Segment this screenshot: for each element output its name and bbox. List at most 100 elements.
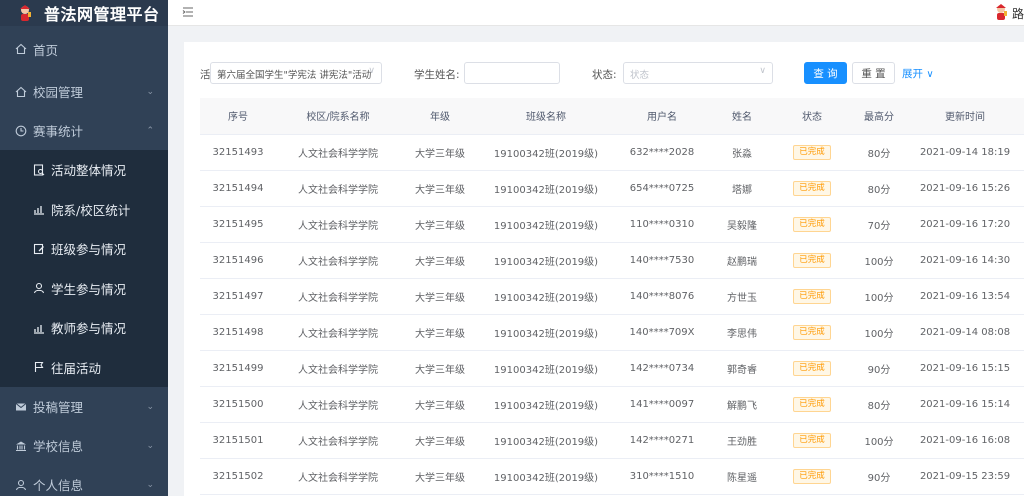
- sidebar-item-label: 投稿管理: [33, 400, 84, 415]
- sidebar-item-campus[interactable]: 校园管理 ⌄: [0, 72, 168, 111]
- status-badge: 已完成: [793, 180, 831, 196]
- table-row[interactable]: 32151502 人文社会科学学院 大学三年级 19100342班(2019级) 310…: [200, 458, 1024, 495]
- chevron-down-icon: ⌄: [146, 401, 154, 412]
- cell-id: 32151493: [200, 134, 276, 171]
- cell-department: 人文社会科学学院: [276, 386, 400, 423]
- col-header-updated-at[interactable]: 更新时间: [906, 98, 1024, 135]
- bar-chart-icon: [32, 203, 45, 216]
- cell-class: 19100342班(2019级): [480, 278, 612, 315]
- cell-id: 32151496: [200, 242, 276, 279]
- col-header-department[interactable]: 校区/院系名称: [276, 98, 400, 135]
- sidebar-item-submissions[interactable]: 投稿管理 ⌄: [0, 387, 168, 426]
- cell-class: 19100342班(2019级): [480, 350, 612, 387]
- top-bar: 路: [168, 0, 1024, 26]
- cell-status: 已完成: [772, 458, 852, 495]
- sidebar: 普法网管理平台 首页 校园管理 ⌄ 赛事统计 ⌃ 活动整体情况 院系/校区统计 …: [0, 0, 168, 496]
- cell-class: 19100342班(2019级): [480, 314, 612, 351]
- col-header-max-score[interactable]: 最高分: [852, 98, 906, 135]
- cell-max-score: 100分: [852, 422, 906, 459]
- cell-status: 已完成: [772, 350, 852, 387]
- cell-username: 140****7530: [612, 242, 712, 279]
- table-header-row: 序号 校区/院系名称 年级 班级名称 用户名 姓名 状态 最高分 更新时间: [200, 98, 1024, 135]
- cell-updated-at: 2021-09-14 18:19: [906, 134, 1024, 171]
- cell-name: 张淼: [712, 134, 772, 171]
- col-header-status[interactable]: 状态: [772, 98, 852, 135]
- mail-icon: [14, 400, 27, 413]
- table-row[interactable]: 32151497 人文社会科学学院 大学三年级 19100342班(2019级) 140…: [200, 278, 1024, 315]
- cell-username: 654****0725: [612, 170, 712, 207]
- cell-id: 32151495: [200, 206, 276, 243]
- table-row[interactable]: 32151494 人文社会科学学院 大学三年级 19100342班(2019级) 654…: [200, 170, 1024, 207]
- table-row[interactable]: 32151499 人文社会科学学院 大学三年级 19100342班(2019级) 142…: [200, 350, 1024, 387]
- table-row[interactable]: 32151501 人文社会科学学院 大学三年级 19100342班(2019级) 142…: [200, 422, 1024, 459]
- mascot-logo-icon: [16, 4, 34, 22]
- col-header-id[interactable]: 序号: [200, 98, 276, 135]
- table-row[interactable]: 32151493 人文社会科学学院 大学三年级 19100342班(2019级) 632…: [200, 134, 1024, 171]
- sidebar-item-school-info[interactable]: 学校信息 ⌄: [0, 426, 168, 465]
- activity-select[interactable]: 第六届全国学生"学宪法 讲宪法"活动 ∨: [210, 62, 382, 84]
- user-avatar-icon[interactable]: [992, 3, 1010, 21]
- brand: 普法网管理平台: [0, 0, 168, 26]
- chevron-up-icon: ⌃: [146, 125, 154, 136]
- cell-updated-at: 2021-09-15 23:59: [906, 458, 1024, 495]
- table-row[interactable]: 32151496 人文社会科学学院 大学三年级 19100342班(2019级) 140…: [200, 242, 1024, 279]
- status-badge: 已完成: [793, 252, 831, 268]
- cell-username: 310****1510: [612, 458, 712, 495]
- sidebar-item-past-activities[interactable]: 往届活动: [0, 348, 168, 388]
- sidebar-item-stats[interactable]: 赛事统计 ⌃: [0, 111, 168, 150]
- chevron-down-icon: ∨: [368, 66, 375, 76]
- home-icon: [14, 85, 27, 98]
- cell-name: 郭奇睿: [712, 350, 772, 387]
- bar-chart-icon: [32, 321, 45, 334]
- col-header-username[interactable]: 用户名: [612, 98, 712, 135]
- sidebar-item-student-participation[interactable]: 学生参与情况: [0, 269, 168, 309]
- user-icon: [32, 282, 45, 295]
- chevron-down-icon: ∨: [926, 69, 934, 80]
- col-header-name[interactable]: 姓名: [712, 98, 772, 135]
- sidebar-item-activity-overview[interactable]: 活动整体情况: [0, 150, 168, 190]
- cell-grade: 大学三年级: [400, 458, 480, 495]
- reset-button[interactable]: 重 置: [852, 62, 895, 84]
- sidebar-item-label: 赛事统计: [33, 124, 84, 139]
- status-badge: 已完成: [793, 432, 831, 448]
- cell-max-score: 90分: [852, 350, 906, 387]
- cell-grade: 大学三年级: [400, 386, 480, 423]
- col-header-class[interactable]: 班级名称: [480, 98, 612, 135]
- sidebar-item-teacher-participation[interactable]: 教师参与情况: [0, 308, 168, 348]
- sidebar-item-label: 活动整体情况: [51, 163, 127, 179]
- cell-username: 142****0271: [612, 422, 712, 459]
- sidebar-item-profile[interactable]: 个人信息 ⌄: [0, 465, 168, 496]
- cell-department: 人文社会科学学院: [276, 314, 400, 351]
- cell-username: 140****8076: [612, 278, 712, 315]
- table-row[interactable]: 32151495 人文社会科学学院 大学三年级 19100342班(2019级) 110…: [200, 206, 1024, 243]
- cell-grade: 大学三年级: [400, 422, 480, 459]
- cell-grade: 大学三年级: [400, 242, 480, 279]
- sidebar-item-label: 学校信息: [33, 439, 84, 454]
- cell-class: 19100342班(2019级): [480, 458, 612, 495]
- user-name[interactable]: 路: [1012, 5, 1024, 22]
- query-button[interactable]: 查 询: [804, 62, 847, 84]
- cell-status: 已完成: [772, 314, 852, 351]
- menu-toggle-icon[interactable]: [182, 6, 194, 18]
- expand-link[interactable]: 展开 ∨: [902, 66, 934, 81]
- status-badge: 已完成: [793, 468, 831, 484]
- col-header-grade[interactable]: 年级: [400, 98, 480, 135]
- cell-max-score: 90分: [852, 458, 906, 495]
- table-row[interactable]: 32151500 人文社会科学学院 大学三年级 19100342班(2019级) 141…: [200, 386, 1024, 423]
- cell-max-score: 80分: [852, 386, 906, 423]
- chevron-down-icon: ⌄: [146, 440, 154, 451]
- sidebar-item-label: 往届活动: [51, 360, 102, 376]
- chevron-down-icon: ∨: [759, 66, 766, 76]
- table-row[interactable]: 32151498 人文社会科学学院 大学三年级 19100342班(2019级) 140…: [200, 314, 1024, 351]
- cell-username: 110****0310: [612, 206, 712, 243]
- sidebar-item-class-participation[interactable]: 班级参与情况: [0, 229, 168, 269]
- status-badge: 已完成: [793, 288, 831, 304]
- chevron-down-icon: ⌄: [146, 86, 154, 97]
- cell-status: 已完成: [772, 422, 852, 459]
- cell-status: 已完成: [772, 134, 852, 171]
- student-name-input[interactable]: [464, 62, 560, 84]
- status-select[interactable]: 状态 ∨: [623, 62, 773, 84]
- chevron-down-icon: ⌄: [146, 479, 154, 490]
- sidebar-item-home[interactable]: 首页: [0, 26, 168, 72]
- sidebar-item-dept-stats[interactable]: 院系/校区统计: [0, 190, 168, 230]
